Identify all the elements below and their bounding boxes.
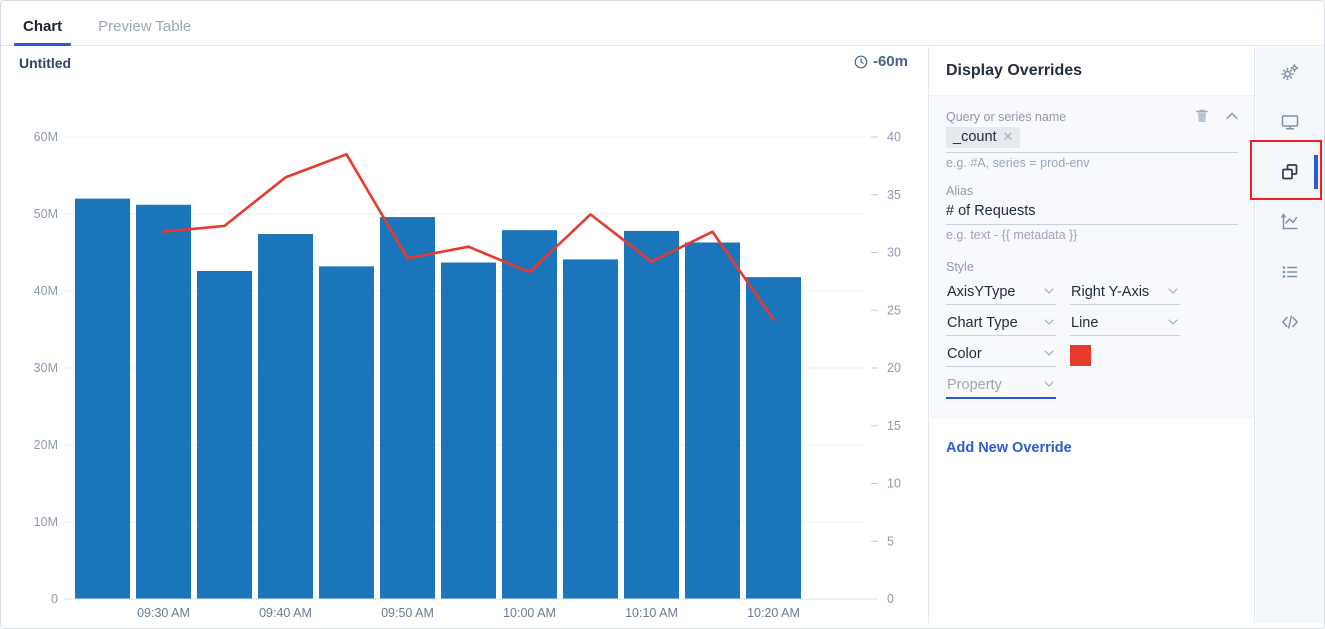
select-color-key-label: Color <box>947 346 982 362</box>
chart-card: Untitled -60m 010M20M30M40M50M60M0510152… <box>7 47 929 623</box>
query-chip-label: _count <box>953 129 997 145</box>
chevron-down-icon <box>1168 288 1178 294</box>
select-axis-key-label: AxisYType <box>947 284 1016 300</box>
svg-text:40: 40 <box>887 130 901 144</box>
rail-item-list[interactable] <box>1256 247 1324 297</box>
chevron-down-icon <box>1044 381 1054 387</box>
select-property-label: Property <box>947 377 1002 393</box>
alias-field-hint: e.g. text - {{ metadata }} <box>946 228 1238 242</box>
svg-text:10M: 10M <box>34 515 58 529</box>
svg-text:60M: 60M <box>34 130 58 144</box>
svg-text:15: 15 <box>887 419 901 433</box>
chevron-down-icon <box>1168 319 1178 325</box>
panel-title: Display Overrides <box>930 47 1254 96</box>
select-chart-type-key[interactable]: Chart Type <box>946 312 1056 336</box>
style-row-color: Color <box>946 343 1238 367</box>
select-axis-value[interactable]: Right Y-Axis <box>1070 281 1180 305</box>
style-section-label: Style <box>946 260 1238 274</box>
rail-item-axes[interactable] <box>1256 197 1324 247</box>
svg-text:09:30 AM: 09:30 AM <box>137 606 190 620</box>
override-block-actions <box>1194 108 1240 124</box>
color-swatch[interactable] <box>1070 345 1091 366</box>
select-chart-type-key-label: Chart Type <box>947 315 1018 331</box>
trash-icon[interactable] <box>1194 108 1210 124</box>
svg-text:30M: 30M <box>34 361 58 375</box>
svg-text:0: 0 <box>887 592 894 606</box>
svg-text:25: 25 <box>887 303 901 317</box>
select-property[interactable]: Property <box>946 374 1056 399</box>
query-field-hint: e.g. #A, series = prod-env <box>946 156 1238 170</box>
select-axis-value-label: Right Y-Axis <box>1071 284 1149 300</box>
chevron-down-icon <box>1044 319 1054 325</box>
svg-text:50M: 50M <box>34 207 58 221</box>
svg-text:10: 10 <box>887 477 901 491</box>
active-indicator <box>1314 155 1318 189</box>
tab-bar: Chart Preview Table <box>1 1 1325 46</box>
chevron-down-icon <box>1044 288 1054 294</box>
rail-item-display[interactable] <box>1256 97 1324 147</box>
alias-field-label: Alias <box>946 184 1238 198</box>
query-input[interactable]: _count ✕ <box>946 127 1238 153</box>
svg-text:0: 0 <box>51 592 58 606</box>
svg-text:10:10 AM: 10:10 AM <box>625 606 678 620</box>
alias-input[interactable]: # of Requests <box>946 201 1238 225</box>
style-row-axis: AxisYType Right Y-Axis <box>946 281 1238 305</box>
svg-text:40M: 40M <box>34 284 58 298</box>
style-row-property: Property <box>946 374 1238 399</box>
rail-item-settings[interactable] <box>1256 47 1324 97</box>
chevron-up-icon[interactable] <box>1224 108 1240 124</box>
rail-item-code[interactable] <box>1256 297 1324 347</box>
alias-value: # of Requests <box>946 203 1035 219</box>
query-chip[interactable]: _count ✕ <box>946 127 1020 148</box>
display-overrides-panel: Display Overrides Query or series name <box>930 47 1255 623</box>
tab-chart[interactable]: Chart <box>9 19 76 45</box>
add-new-override-button[interactable]: Add New Override <box>946 440 1238 456</box>
chart-plot[interactable]: 0 10M 20M 30M 40M 50M 60M 0 5 10 15 20 25 30 35 40 09:30… <box>7 47 929 623</box>
svg-text:10:20 AM: 10:20 AM <box>747 606 800 620</box>
svg-text:20M: 20M <box>34 438 58 452</box>
select-color-key[interactable]: Color <box>946 343 1056 367</box>
svg-text:10:00 AM: 10:00 AM <box>503 606 556 620</box>
rail-item-overrides[interactable] <box>1256 147 1324 197</box>
style-row-chart-type: Chart Type Line <box>946 312 1238 336</box>
tab-preview-table[interactable]: Preview Table <box>84 19 205 45</box>
select-chart-type-value-label: Line <box>1071 315 1098 331</box>
close-icon[interactable]: ✕ <box>1003 129 1014 145</box>
svg-text:5: 5 <box>887 534 894 548</box>
svg-text:20: 20 <box>887 361 901 375</box>
chevron-down-icon <box>1044 350 1054 356</box>
chart-editor-window: Chart Preview Table Untitled -60m 010M20… <box>0 0 1325 629</box>
svg-text:30: 30 <box>887 246 901 260</box>
svg-text:09:40 AM: 09:40 AM <box>259 606 312 620</box>
select-axis-key[interactable]: AxisYType <box>946 281 1056 305</box>
svg-text:09:50 AM: 09:50 AM <box>381 606 434 620</box>
select-chart-type-value[interactable]: Line <box>1070 312 1180 336</box>
svg-text:35: 35 <box>887 188 901 202</box>
right-icon-rail <box>1256 47 1324 623</box>
override-block: Query or series name _count ✕ e.g. #A, s… <box>930 96 1254 418</box>
